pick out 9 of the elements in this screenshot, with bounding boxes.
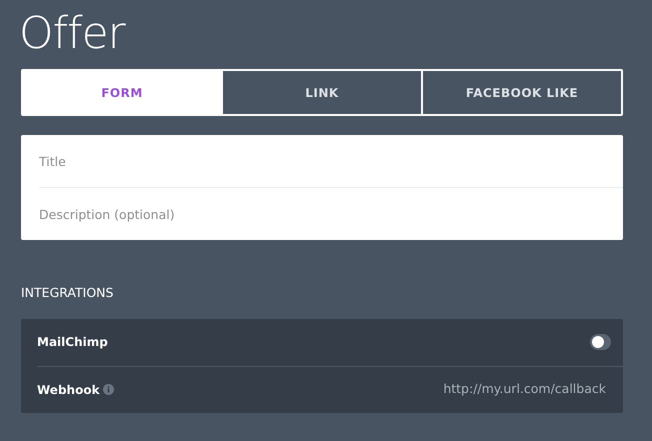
input-field[interactable]: Description (optional) xyxy=(21,188,623,240)
integration-label: MailChimp xyxy=(37,334,108,352)
integration-label: Webhook xyxy=(37,382,100,399)
input-field[interactable]: Title xyxy=(21,135,623,187)
url-field[interactable]: http://my.url.com/callback xyxy=(351,380,611,400)
toggle-switch[interactable] xyxy=(590,334,611,350)
tab[interactable]: FORM xyxy=(23,71,221,114)
page-title: Offer xyxy=(19,8,127,60)
section-heading: INTEGRATIONS xyxy=(21,284,114,302)
